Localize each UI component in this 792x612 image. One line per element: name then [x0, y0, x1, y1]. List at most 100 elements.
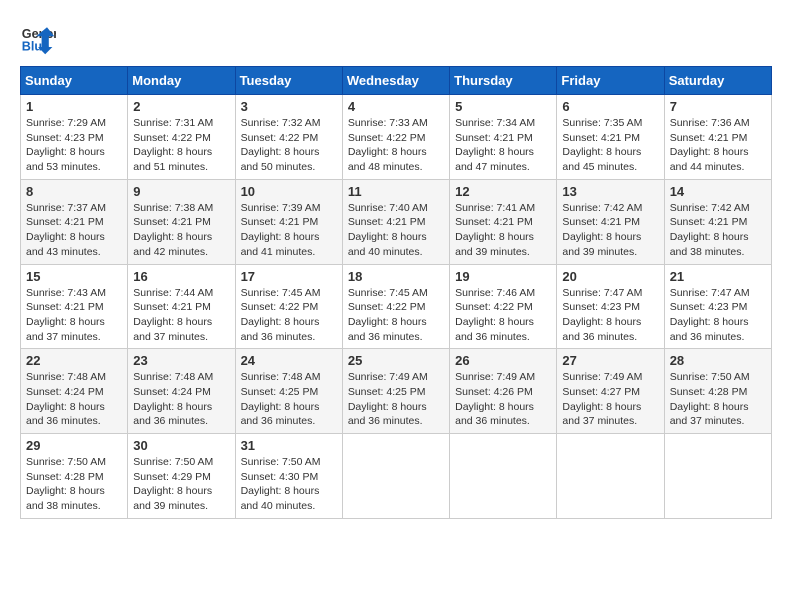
day-info: Sunrise: 7:50 AMSunset: 4:29 PMDaylight:… — [133, 455, 229, 514]
weekday-header-monday: Monday — [128, 67, 235, 95]
day-number: 15 — [26, 269, 122, 284]
day-number: 31 — [241, 438, 337, 453]
day-info: Sunrise: 7:50 AMSunset: 4:28 PMDaylight:… — [670, 370, 766, 429]
weekday-header-tuesday: Tuesday — [235, 67, 342, 95]
day-number: 24 — [241, 353, 337, 368]
day-info: Sunrise: 7:41 AMSunset: 4:21 PMDaylight:… — [455, 201, 551, 260]
day-number: 1 — [26, 99, 122, 114]
day-info: Sunrise: 7:40 AMSunset: 4:21 PMDaylight:… — [348, 201, 444, 260]
day-info: Sunrise: 7:39 AMSunset: 4:21 PMDaylight:… — [241, 201, 337, 260]
day-info: Sunrise: 7:35 AMSunset: 4:21 PMDaylight:… — [562, 116, 658, 175]
day-number: 28 — [670, 353, 766, 368]
day-number: 27 — [562, 353, 658, 368]
calendar-cell — [450, 434, 557, 519]
day-number: 26 — [455, 353, 551, 368]
calendar-cell: 31 Sunrise: 7:50 AMSunset: 4:30 PMDaylig… — [235, 434, 342, 519]
calendar-cell: 30 Sunrise: 7:50 AMSunset: 4:29 PMDaylig… — [128, 434, 235, 519]
day-number: 16 — [133, 269, 229, 284]
day-number: 12 — [455, 184, 551, 199]
day-number: 29 — [26, 438, 122, 453]
day-number: 13 — [562, 184, 658, 199]
calendar-cell — [557, 434, 664, 519]
calendar-cell: 26 Sunrise: 7:49 AMSunset: 4:26 PMDaylig… — [450, 349, 557, 434]
day-info: Sunrise: 7:45 AMSunset: 4:22 PMDaylight:… — [348, 286, 444, 345]
calendar-cell — [342, 434, 449, 519]
day-info: Sunrise: 7:44 AMSunset: 4:21 PMDaylight:… — [133, 286, 229, 345]
calendar-cell: 1 Sunrise: 7:29 AMSunset: 4:23 PMDayligh… — [21, 95, 128, 180]
day-info: Sunrise: 7:48 AMSunset: 4:24 PMDaylight:… — [26, 370, 122, 429]
day-info: Sunrise: 7:33 AMSunset: 4:22 PMDaylight:… — [348, 116, 444, 175]
calendar-cell: 2 Sunrise: 7:31 AMSunset: 4:22 PMDayligh… — [128, 95, 235, 180]
calendar-cell: 11 Sunrise: 7:40 AMSunset: 4:21 PMDaylig… — [342, 179, 449, 264]
weekday-header-wednesday: Wednesday — [342, 67, 449, 95]
day-info: Sunrise: 7:48 AMSunset: 4:24 PMDaylight:… — [133, 370, 229, 429]
day-number: 18 — [348, 269, 444, 284]
day-number: 10 — [241, 184, 337, 199]
day-info: Sunrise: 7:42 AMSunset: 4:21 PMDaylight:… — [670, 201, 766, 260]
day-info: Sunrise: 7:47 AMSunset: 4:23 PMDaylight:… — [670, 286, 766, 345]
day-info: Sunrise: 7:29 AMSunset: 4:23 PMDaylight:… — [26, 116, 122, 175]
day-info: Sunrise: 7:32 AMSunset: 4:22 PMDaylight:… — [241, 116, 337, 175]
day-info: Sunrise: 7:36 AMSunset: 4:21 PMDaylight:… — [670, 116, 766, 175]
logo-icon: General Blue — [20, 20, 56, 56]
day-number: 2 — [133, 99, 229, 114]
day-number: 9 — [133, 184, 229, 199]
day-info: Sunrise: 7:49 AMSunset: 4:26 PMDaylight:… — [455, 370, 551, 429]
header: General Blue — [20, 20, 772, 56]
calendar-cell — [664, 434, 771, 519]
calendar: SundayMondayTuesdayWednesdayThursdayFrid… — [20, 66, 772, 519]
calendar-cell: 28 Sunrise: 7:50 AMSunset: 4:28 PMDaylig… — [664, 349, 771, 434]
day-number: 22 — [26, 353, 122, 368]
logo: General Blue — [20, 20, 60, 56]
day-info: Sunrise: 7:42 AMSunset: 4:21 PMDaylight:… — [562, 201, 658, 260]
day-number: 25 — [348, 353, 444, 368]
day-info: Sunrise: 7:49 AMSunset: 4:27 PMDaylight:… — [562, 370, 658, 429]
calendar-cell: 14 Sunrise: 7:42 AMSunset: 4:21 PMDaylig… — [664, 179, 771, 264]
day-info: Sunrise: 7:50 AMSunset: 4:28 PMDaylight:… — [26, 455, 122, 514]
calendar-cell: 15 Sunrise: 7:43 AMSunset: 4:21 PMDaylig… — [21, 264, 128, 349]
calendar-cell: 7 Sunrise: 7:36 AMSunset: 4:21 PMDayligh… — [664, 95, 771, 180]
day-number: 5 — [455, 99, 551, 114]
day-number: 30 — [133, 438, 229, 453]
day-number: 8 — [26, 184, 122, 199]
day-number: 21 — [670, 269, 766, 284]
day-number: 17 — [241, 269, 337, 284]
calendar-cell: 24 Sunrise: 7:48 AMSunset: 4:25 PMDaylig… — [235, 349, 342, 434]
day-number: 19 — [455, 269, 551, 284]
day-number: 3 — [241, 99, 337, 114]
calendar-cell: 10 Sunrise: 7:39 AMSunset: 4:21 PMDaylig… — [235, 179, 342, 264]
calendar-cell: 12 Sunrise: 7:41 AMSunset: 4:21 PMDaylig… — [450, 179, 557, 264]
weekday-header-saturday: Saturday — [664, 67, 771, 95]
day-number: 7 — [670, 99, 766, 114]
calendar-cell: 3 Sunrise: 7:32 AMSunset: 4:22 PMDayligh… — [235, 95, 342, 180]
day-number: 4 — [348, 99, 444, 114]
calendar-cell: 13 Sunrise: 7:42 AMSunset: 4:21 PMDaylig… — [557, 179, 664, 264]
calendar-cell: 25 Sunrise: 7:49 AMSunset: 4:25 PMDaylig… — [342, 349, 449, 434]
day-number: 23 — [133, 353, 229, 368]
weekday-header-sunday: Sunday — [21, 67, 128, 95]
calendar-cell: 29 Sunrise: 7:50 AMSunset: 4:28 PMDaylig… — [21, 434, 128, 519]
calendar-cell: 27 Sunrise: 7:49 AMSunset: 4:27 PMDaylig… — [557, 349, 664, 434]
calendar-cell: 17 Sunrise: 7:45 AMSunset: 4:22 PMDaylig… — [235, 264, 342, 349]
day-info: Sunrise: 7:37 AMSunset: 4:21 PMDaylight:… — [26, 201, 122, 260]
calendar-cell: 8 Sunrise: 7:37 AMSunset: 4:21 PMDayligh… — [21, 179, 128, 264]
calendar-cell: 23 Sunrise: 7:48 AMSunset: 4:24 PMDaylig… — [128, 349, 235, 434]
day-info: Sunrise: 7:49 AMSunset: 4:25 PMDaylight:… — [348, 370, 444, 429]
calendar-cell: 5 Sunrise: 7:34 AMSunset: 4:21 PMDayligh… — [450, 95, 557, 180]
calendar-cell: 19 Sunrise: 7:46 AMSunset: 4:22 PMDaylig… — [450, 264, 557, 349]
day-number: 11 — [348, 184, 444, 199]
day-info: Sunrise: 7:43 AMSunset: 4:21 PMDaylight:… — [26, 286, 122, 345]
day-info: Sunrise: 7:46 AMSunset: 4:22 PMDaylight:… — [455, 286, 551, 345]
calendar-cell: 20 Sunrise: 7:47 AMSunset: 4:23 PMDaylig… — [557, 264, 664, 349]
calendar-cell: 22 Sunrise: 7:48 AMSunset: 4:24 PMDaylig… — [21, 349, 128, 434]
day-number: 6 — [562, 99, 658, 114]
calendar-cell: 18 Sunrise: 7:45 AMSunset: 4:22 PMDaylig… — [342, 264, 449, 349]
calendar-cell: 16 Sunrise: 7:44 AMSunset: 4:21 PMDaylig… — [128, 264, 235, 349]
day-info: Sunrise: 7:45 AMSunset: 4:22 PMDaylight:… — [241, 286, 337, 345]
day-info: Sunrise: 7:50 AMSunset: 4:30 PMDaylight:… — [241, 455, 337, 514]
day-info: Sunrise: 7:34 AMSunset: 4:21 PMDaylight:… — [455, 116, 551, 175]
weekday-header-friday: Friday — [557, 67, 664, 95]
day-number: 20 — [562, 269, 658, 284]
weekday-header-thursday: Thursday — [450, 67, 557, 95]
day-info: Sunrise: 7:47 AMSunset: 4:23 PMDaylight:… — [562, 286, 658, 345]
